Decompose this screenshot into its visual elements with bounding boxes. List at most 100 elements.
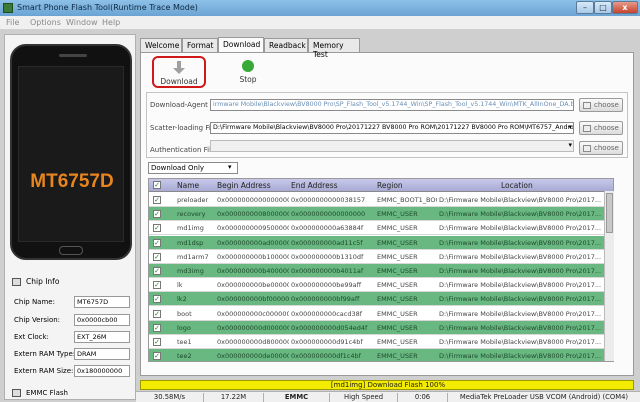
download-button[interactable]: Download: [152, 56, 206, 88]
chip-info-value: MT6757D: [74, 296, 130, 308]
table-header: ✓ Name Begin Address End Address Region …: [149, 179, 613, 192]
chip-info-row: Chip Version: 0x0000cb00: [14, 314, 132, 327]
choose-label: choose: [594, 144, 619, 152]
column-header-begin-address[interactable]: Begin Address: [217, 181, 271, 190]
chip-info-header[interactable]: Chip Info: [10, 276, 132, 288]
row-checkbox[interactable]: ✓: [153, 352, 161, 361]
cell-end: 0x000000000b1310df: [291, 252, 364, 261]
cell-end: 0x000000000b4011af: [291, 267, 364, 275]
status-size: 17.22M: [204, 393, 264, 402]
row-checkbox[interactable]: ✓: [153, 309, 161, 318]
chip-info-value: DRAM: [74, 348, 130, 360]
chip-info-title: Chip Info: [26, 277, 60, 286]
stop-button[interactable]: Stop: [232, 58, 264, 86]
phone-screen: MT6757D: [18, 66, 124, 242]
scatter-file-label: Scatter-loading File: [150, 124, 218, 132]
cell-begin: 0x0000000009500000: [217, 224, 289, 233]
cell-name: md1dsp: [177, 238, 204, 247]
table-row[interactable]: ✓ logo 0x000000000d000000 0x000000000d054ed…: [149, 320, 605, 335]
tab-memory-test[interactable]: Memory Test: [308, 38, 360, 59]
tab-readback[interactable]: Readback: [264, 38, 308, 52]
table-row[interactable]: ✓ preloader 0x0000000000000000 0x0000000000…: [149, 193, 605, 207]
row-checkbox[interactable]: ✓: [153, 196, 161, 204]
cell-loc: D:\Firmware Mobile\Blackview\BV8000 Pro\…: [439, 295, 602, 304]
table-row[interactable]: ✓ recovery 0x0000000008000000 0x00000000000…: [149, 207, 605, 222]
row-checkbox[interactable]: ✓: [153, 323, 161, 332]
table-row[interactable]: ✓ tee1 0x000000000d800000 0x000000000d91c4b…: [149, 335, 605, 349]
tab-format[interactable]: Format: [182, 38, 218, 52]
cell-name: md1arm7: [177, 252, 209, 261]
menu-options[interactable]: Options: [30, 18, 61, 27]
table-row[interactable]: ✓ boot 0x000000000c000000 0x000000000cacd38…: [149, 306, 605, 321]
row-checkbox[interactable]: ✓: [153, 210, 161, 219]
cell-loc: D:\Firmware Mobile\Blackview\BV8000 Pro\…: [439, 210, 602, 219]
chip-info-value: 0x0000cb00: [74, 314, 130, 326]
table-row[interactable]: ✓ tee2 0x000000000de00000 0x000000000df1c4b…: [149, 349, 605, 361]
row-checkbox[interactable]: ✓: [153, 238, 161, 247]
cell-name: boot: [177, 309, 192, 318]
cell-end: 0x000000000d91c4bf: [291, 338, 363, 346]
column-header-name[interactable]: Name: [177, 181, 199, 190]
chip-info-row: Extern RAM Type: DRAM: [14, 348, 132, 361]
download-mode-select[interactable]: Download Only ▾: [148, 162, 238, 174]
cell-name: lk2: [177, 295, 187, 304]
cell-region: EMMC_USER: [377, 323, 418, 332]
cell-begin: 0x000000000de00000: [217, 352, 289, 361]
row-checkbox[interactable]: ✓: [153, 224, 161, 233]
table-row[interactable]: ✓ md1dsp 0x000000000ad00000 0x000000000ad11…: [149, 235, 605, 250]
select-all-checkbox[interactable]: ✓: [153, 181, 161, 189]
table-row[interactable]: ✓ md1arm7 0x000000000b100000 0x000000000b13…: [149, 249, 605, 264]
cell-begin: 0x000000000b400000: [217, 267, 289, 275]
row-checkbox[interactable]: ✓: [153, 295, 161, 304]
menu-file[interactable]: File: [6, 18, 19, 27]
maximize-button[interactable]: □: [594, 1, 612, 14]
stop-icon: [242, 60, 254, 72]
table-row[interactable]: ✓ lk 0x000000000be00000 0x000000000be99aff E…: [149, 278, 605, 293]
cell-end: 0x000000000cacd38f: [291, 309, 363, 318]
authentication-file-field[interactable]: [210, 140, 574, 152]
status-time: 0:06: [398, 393, 448, 402]
cell-name: preloader: [177, 196, 209, 204]
row-checkbox[interactable]: ✓: [153, 338, 161, 346]
minimize-button[interactable]: –: [576, 1, 594, 14]
cell-region: EMMC_USER: [377, 338, 418, 346]
emmc-flash-header[interactable]: EMMC Flash: [10, 388, 132, 400]
folder-icon: [583, 145, 591, 152]
cell-loc: D:\Firmware Mobile\Blackview\BV8000 Pro\…: [439, 338, 602, 346]
table-row[interactable]: ✓ lk2 0x000000000bf00000 0x000000000bf99aff…: [149, 292, 605, 307]
row-checkbox[interactable]: ✓: [153, 252, 161, 261]
table-row[interactable]: ✓ md3img 0x000000000b400000 0x000000000b401…: [149, 264, 605, 278]
chip-info-row: Chip Name: MT6757D: [14, 296, 132, 309]
choose-authentication-file-button[interactable]: choose: [579, 141, 623, 155]
table-vertical-scrollbar[interactable]: [604, 191, 614, 361]
cell-region: EMMC_USER: [377, 352, 418, 361]
cell-loc: D:\Firmware Mobile\Blackview\BV8000 Pro\…: [439, 309, 602, 318]
choose-scatter-file-button[interactable]: choose: [579, 121, 623, 135]
progress-text: [md1img] Download Flash 100%: [330, 381, 446, 389]
cell-end: 0x000000000ad11c5f: [291, 238, 363, 247]
menu-window[interactable]: Window: [66, 18, 98, 27]
cell-name: md3img: [177, 267, 204, 275]
download-agent-field[interactable]: irmware Mobile\Blackview\BV8000 Pro\SP_F…: [210, 99, 574, 111]
close-button[interactable]: x: [612, 1, 638, 14]
cell-region: EMMC_USER: [377, 252, 418, 261]
row-checkbox[interactable]: ✓: [153, 281, 161, 290]
cell-begin: 0x000000000c000000: [217, 309, 289, 318]
tab-download[interactable]: Download: [218, 37, 264, 52]
cell-loc: D:\Firmware Mobile\Blackview\BV8000 Pro\…: [439, 196, 602, 204]
menu-help[interactable]: Help: [102, 18, 120, 27]
column-header-location[interactable]: Location: [501, 181, 533, 190]
tab-welcome[interactable]: Welcome: [140, 38, 182, 52]
cell-end: 0x000000000be99aff: [291, 281, 362, 290]
choose-download-agent-button[interactable]: choose: [579, 98, 623, 112]
table-row[interactable]: ✓ md1img 0x0000000009500000 0x000000000a638…: [149, 221, 605, 236]
row-checkbox[interactable]: ✓: [153, 267, 161, 275]
scatter-file-field[interactable]: D:\Firmware Mobile\Blackview\BV8000 Pro\…: [210, 122, 574, 134]
chip-info-icon: [12, 278, 21, 286]
column-header-region[interactable]: Region: [377, 181, 403, 190]
column-header-end-address[interactable]: End Address: [291, 181, 338, 190]
cell-name: tee1: [177, 338, 192, 346]
scrollbar-thumb[interactable]: [606, 193, 613, 233]
progress-bar: [md1img] Download Flash 100%: [140, 380, 634, 390]
cell-loc: D:\Firmware Mobile\Blackview\BV8000 Pro\…: [439, 224, 602, 233]
